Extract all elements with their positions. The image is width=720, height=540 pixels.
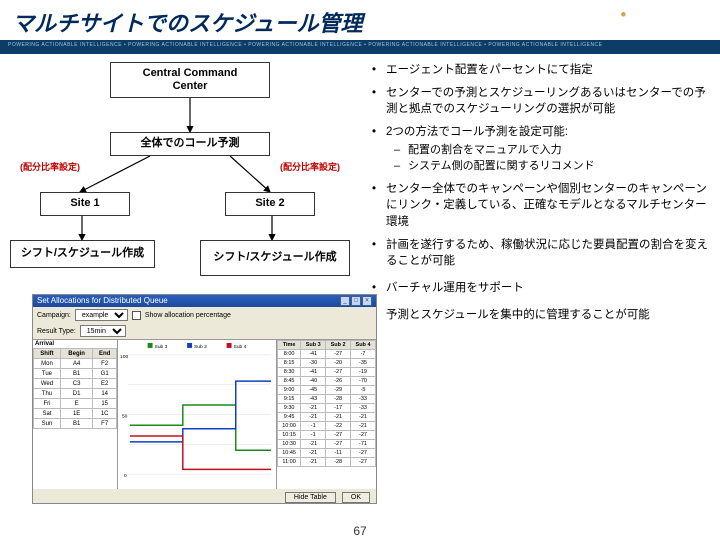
dialog-title: Set Allocations for Distributed Queue (37, 296, 168, 306)
bullet-2: センターでの予測とスケジューリングあるいはセンターでの予測と拠点でのスケジューリ… (368, 85, 710, 118)
box-overall-forecast: 全体でのコール予測 (110, 132, 270, 156)
show-allocation-checkbox[interactable] (132, 311, 141, 320)
svg-text:Sub 4: Sub 4 (234, 344, 247, 350)
box-site-2: Site 2 (225, 192, 315, 216)
show-allocation-label: Show allocation percentage (145, 312, 231, 319)
box-central-command: Central Command Center (110, 62, 270, 98)
svg-text:50: 50 (122, 413, 128, 419)
box-shift-2: シフト/スケジュール作成 (200, 240, 350, 276)
period-select[interactable]: 15min (80, 325, 126, 337)
bullet-3-sub-2: システム側の配置に関するリコメンド (392, 159, 710, 175)
svg-text:0: 0 (124, 473, 127, 479)
bullet-7: 予測とスケジュールを集中的に管理することが可能 (368, 307, 710, 324)
diagram-panel: Central Command Center 全体でのコール予測 (配分比率設定… (10, 62, 360, 329)
ratio-label-left: (配分比率設定) (20, 160, 80, 173)
dialog-titlebar: Set Allocations for Distributed Queue _ … (33, 295, 376, 307)
ok-button[interactable]: OK (342, 492, 370, 503)
bullet-3-sub-1: 配置の割合をマニュアルで入力 (392, 143, 710, 159)
campaign-select[interactable]: example (75, 309, 128, 321)
allocation-chart: 100 50 0 Sub 3 Sub 2 Sub 4 (118, 340, 276, 489)
bullet-5: 計画を遂行するため、稼働状況に応じた要員配置の割合を変えることが可能 (368, 237, 710, 270)
page-number: 67 (353, 524, 366, 538)
period-label: Result Type: (37, 328, 76, 335)
screenshot-dialog: Set Allocations for Distributed Queue _ … (32, 294, 377, 504)
box-shift-1: シフト/スケジュール作成 (10, 240, 155, 268)
svg-text:Sub 2: Sub 2 (194, 344, 207, 350)
maximize-icon[interactable]: □ (351, 296, 361, 306)
title-bar: マルチサイトでのスケジュール管理 (0, 0, 720, 40)
bullet-3: 2つの方法でコール予測を設定可能: 配置の割合をマニュアルで入力 システム側の配… (368, 124, 710, 175)
page-title: マルチサイトでのスケジュール管理 (12, 6, 708, 38)
svg-text:100: 100 (120, 354, 128, 360)
bullet-4: センター全体でのキャンペーンや個別センターのキャンペーンにリンク・定義している、… (368, 181, 710, 231)
ribbon-strip: POWERING ACTIONABLE INTELLIGENCE • POWER… (0, 40, 720, 54)
close-icon[interactable]: × (362, 296, 372, 306)
bullet-6: バーチャル運用をサポート (368, 280, 710, 297)
svg-text:Sub 3: Sub 3 (155, 344, 168, 350)
brand-logo: • VERINT® (620, 6, 704, 24)
ratio-label-right: (配分比率設定) (280, 160, 340, 173)
right-table: TimeSub 3Sub 2Sub 48:00-41-27-78:15-30-2… (276, 340, 376, 489)
bullet-1: エージェント配置をパーセントにて指定 (368, 62, 710, 79)
left-table: Arrival ShiftBeginEndMonA4F2TueB1G1WedC3… (33, 340, 118, 489)
bullet-panel: エージェント配置をパーセントにて指定 センターでの予測とスケジューリングあるいは… (368, 62, 710, 329)
hide-table-button[interactable]: Hide Table (285, 492, 336, 503)
box-site-1: Site 1 (40, 192, 130, 216)
campaign-label: Campaign: (37, 312, 71, 319)
minimize-icon[interactable]: _ (340, 296, 350, 306)
